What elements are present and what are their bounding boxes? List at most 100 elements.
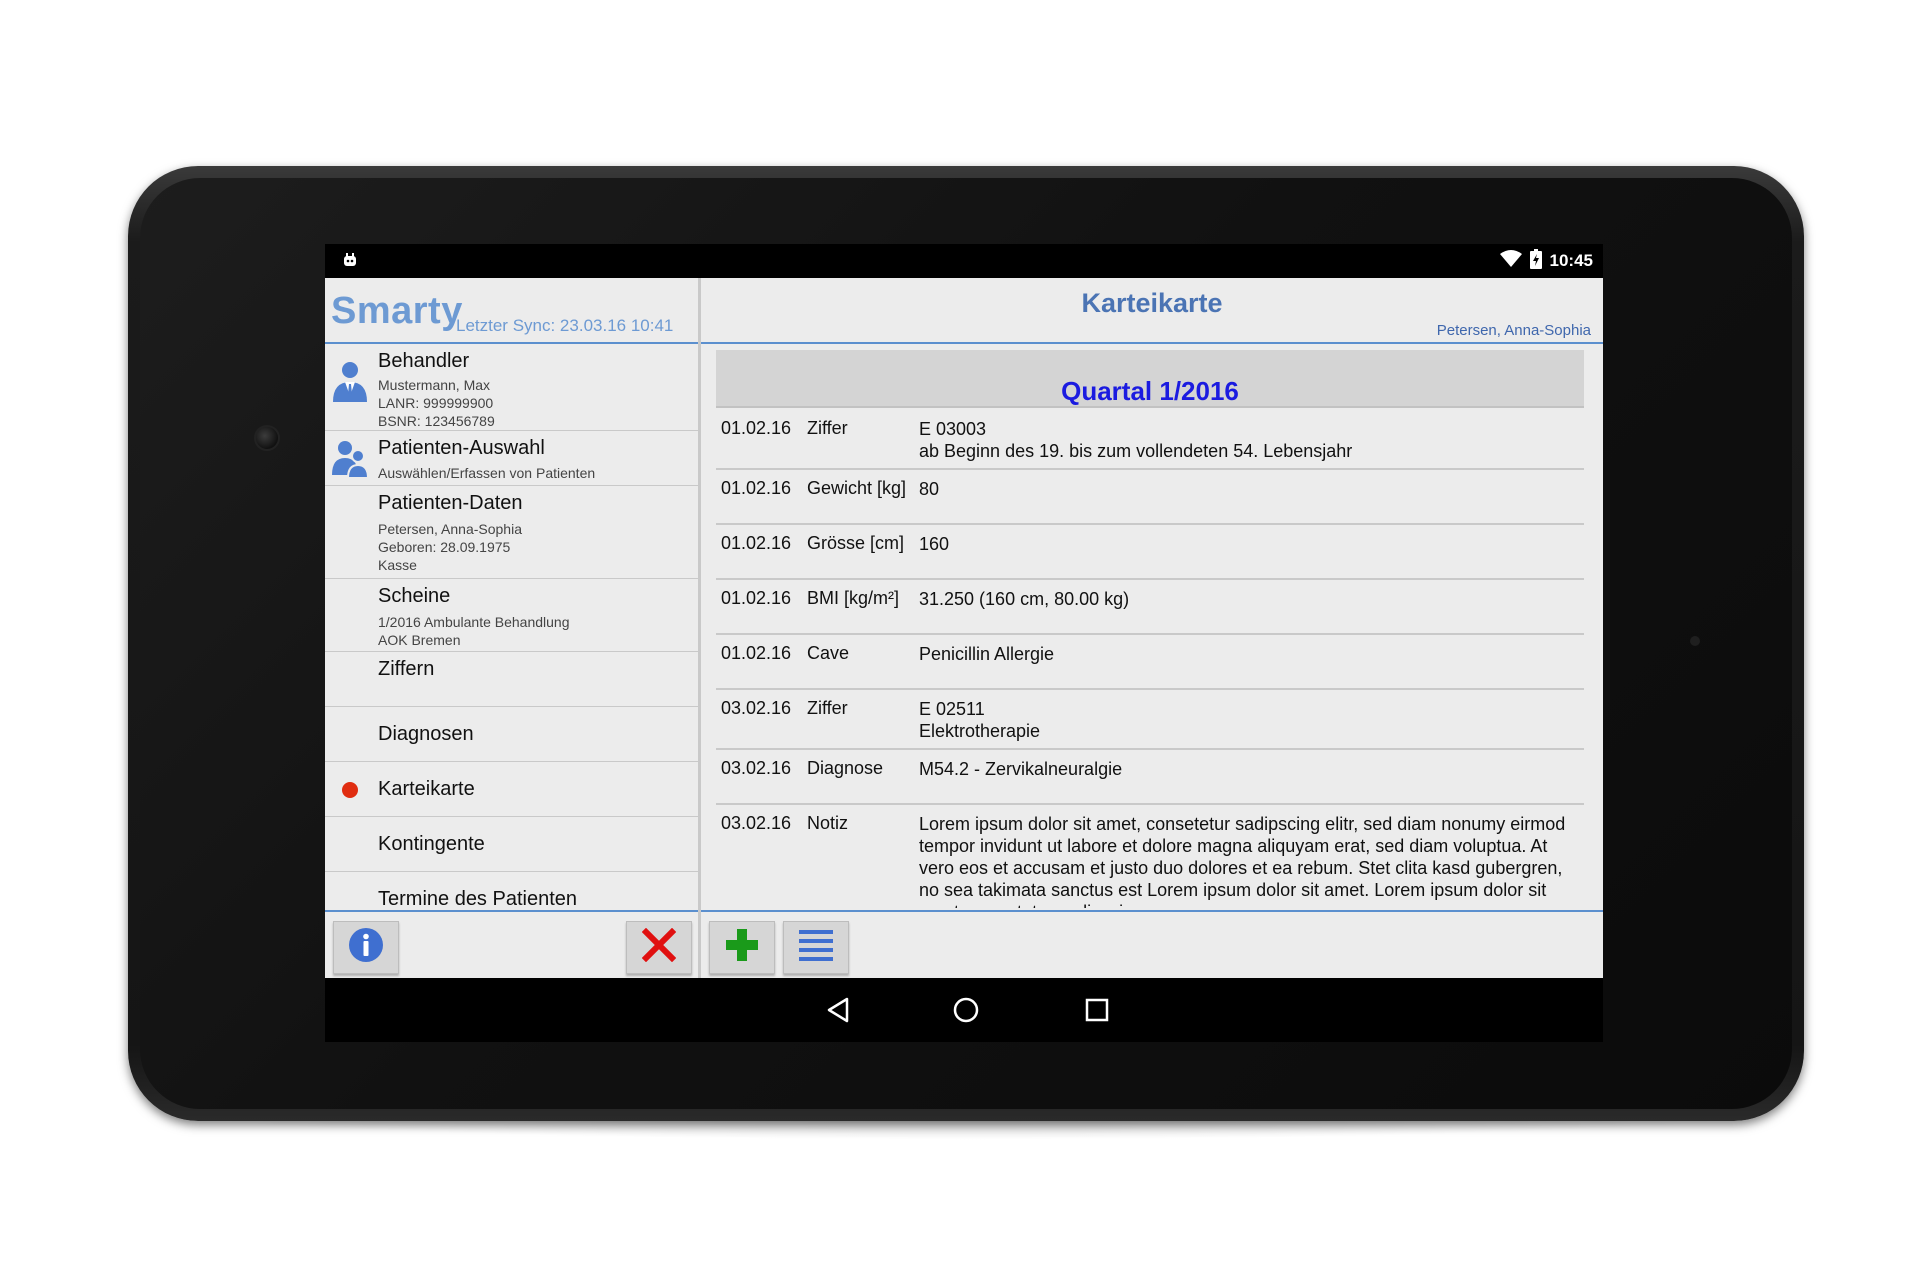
record-entry[interactable]: 01.02.16 Cave Penicillin Allergie — [716, 635, 1584, 690]
close-icon — [641, 927, 677, 967]
nav-item-ziffern[interactable]: Ziffern — [325, 652, 698, 707]
record-entry[interactable]: 01.02.16 Grösse [cm] 160 — [716, 525, 1584, 580]
quarter-title: Quartal 1/2016 — [1061, 376, 1239, 406]
entry-value: 160 — [919, 534, 950, 554]
active-indicator-dot — [342, 782, 358, 798]
entry-date: 01.02.16 — [721, 643, 792, 663]
record-entry[interactable]: 03.02.16 Diagnose M54.2 - Zervikalneural… — [716, 750, 1584, 805]
nav-item-patienten-auswahl[interactable]: Patienten-Auswahl Auswählen/Erfassen von… — [325, 431, 698, 486]
entry-value: E 02511 Elektrotherapie — [919, 698, 1574, 742]
nav-list: Behandler Mustermann, Max LANR: 99999990… — [325, 344, 698, 944]
wifi-icon — [1499, 249, 1522, 273]
entry-value: 80 — [919, 479, 940, 499]
navigation-panel: Smarty Letzter Sync: 23.03.16 10:41 Beha… — [325, 278, 701, 978]
nav-item-subtitle: Kasse — [378, 557, 417, 573]
nav-item-subtitle: 1/2016 Ambulante Behandlung — [378, 614, 570, 630]
entry-value: Penicillin Allergie — [919, 644, 1055, 664]
record-header: Karteikarte Petersen, Anna-Sophia — [701, 278, 1603, 344]
entry-type: Ziffer — [807, 698, 848, 718]
entry-type: Notiz — [807, 813, 849, 833]
entry-date: 03.02.16 — [721, 758, 792, 778]
quarter-header: Quartal 1/2016 — [716, 350, 1584, 408]
entry-type: Grösse [cm] — [807, 533, 905, 553]
nav-item-subtitle: AOK Bremen — [378, 632, 461, 648]
plus-icon — [724, 927, 760, 968]
record-entries-list[interactable]: 01.02.16 Ziffer E 03003 ab Beginn des 19… — [716, 410, 1584, 908]
record-entry[interactable]: 01.02.16 Ziffer E 03003 ab Beginn des 19… — [716, 410, 1584, 470]
back-icon[interactable] — [825, 996, 851, 1029]
entry-type: Cave — [807, 643, 850, 663]
entry-value: 31.250 (160 cm, 80.00 kg) — [919, 589, 1130, 609]
entry-date: 01.02.16 — [721, 418, 792, 438]
patient-name: Petersen, Anna-Sophia — [1436, 322, 1591, 339]
record-panel: Karteikarte Petersen, Anna-Sophia Quarta… — [701, 278, 1603, 978]
nav-item-title: Ziffern — [378, 658, 435, 680]
entry-type: Diagnose — [807, 758, 884, 778]
record-entry[interactable]: 01.02.16 BMI [kg/m²] 31.250 (160 cm, 80.… — [716, 580, 1584, 635]
entry-description: ab Beginn des 19. bis zum vollendeten 54… — [919, 441, 1353, 461]
home-icon[interactable] — [952, 996, 980, 1029]
entry-date: 01.02.16 — [721, 588, 792, 608]
nav-item-behandler[interactable]: Behandler Mustermann, Max LANR: 99999990… — [325, 344, 698, 431]
light-sensor — [1690, 636, 1700, 646]
entry-type: BMI [kg/m²] — [807, 588, 900, 608]
menu-button[interactable] — [783, 921, 849, 974]
app-title: Smarty — [331, 290, 463, 332]
battery-icon — [1529, 248, 1542, 274]
navigation-toolbar — [325, 910, 698, 980]
record-entry[interactable]: 01.02.16 Gewicht [kg] 80 — [716, 470, 1584, 525]
entry-date: 03.02.16 — [721, 813, 792, 833]
nav-item-kontingente[interactable]: Kontingente — [325, 817, 698, 872]
nav-item-subtitle: LANR: 999999900 — [378, 395, 494, 411]
nav-item-title: Patienten-Daten — [378, 492, 523, 514]
info-icon — [348, 927, 384, 968]
nav-item-subtitle: BSNR: 123456789 — [378, 413, 495, 429]
nav-item-scheine[interactable]: Scheine 1/2016 Ambulante Behandlung AOK … — [325, 579, 698, 652]
app-header: Smarty Letzter Sync: 23.03.16 10:41 — [325, 278, 698, 344]
nav-item-title: Karteikarte — [378, 778, 475, 800]
entry-date: 01.02.16 — [721, 478, 792, 498]
entry-code: E 03003 — [919, 419, 987, 439]
list-menu-icon — [797, 928, 835, 967]
entry-value: E 03003 ab Beginn des 19. bis zum vollen… — [919, 418, 1574, 462]
recents-icon[interactable] — [1084, 996, 1110, 1029]
system-navigation-bar — [325, 978, 1603, 1042]
front-camera — [254, 425, 280, 451]
nav-item-title: Behandler — [378, 350, 470, 372]
entry-code: E 02511 — [919, 699, 985, 719]
status-bar: 10:45 — [325, 244, 1603, 278]
nav-item-karteikarte[interactable]: Karteikarte — [325, 762, 698, 817]
entry-date: 01.02.16 — [721, 533, 792, 553]
nav-item-title: Termine des Patienten — [378, 888, 578, 910]
nav-item-title: Kontingente — [378, 833, 485, 855]
app-content: Smarty Letzter Sync: 23.03.16 10:41 Beha… — [325, 278, 1603, 978]
nav-item-subtitle: Mustermann, Max — [378, 377, 491, 393]
patients-icon — [331, 439, 370, 484]
screen: 10:45 Smarty Letzter Sync: 23.03.16 10:4… — [325, 244, 1603, 1042]
nav-item-subtitle: Geboren: 28.09.1975 — [378, 539, 511, 555]
android-notification-icon — [342, 252, 358, 273]
doctor-icon — [331, 360, 369, 409]
record-entry[interactable]: 03.02.16 Ziffer E 02511 Elektrotherapie — [716, 690, 1584, 750]
nav-item-diagnosen[interactable]: Diagnosen — [325, 707, 698, 762]
status-time: 10:45 — [1549, 251, 1593, 270]
nav-item-title: Patienten-Auswahl — [378, 437, 545, 459]
entry-value: M54.2 - Zervikalneuralgie — [919, 759, 1123, 779]
info-button[interactable] — [333, 921, 399, 974]
entry-date: 03.02.16 — [721, 698, 792, 718]
record-entry[interactable]: 03.02.16 Notiz Lorem ipsum dolor sit ame… — [716, 805, 1584, 908]
entry-type: Ziffer — [807, 418, 848, 438]
entry-description: Elektrotherapie — [919, 721, 1041, 741]
close-button[interactable] — [626, 921, 692, 974]
record-toolbar — [701, 910, 1603, 980]
page-title: Karteikarte — [1081, 288, 1223, 318]
entry-type: Gewicht [kg] — [807, 478, 907, 498]
entry-note-text: Lorem ipsum dolor sit amet, consetetur s… — [919, 814, 1566, 908]
nav-item-subtitle: Auswählen/Erfassen von Patienten — [378, 465, 596, 481]
nav-item-patienten-daten[interactable]: Patienten-Daten Petersen, Anna-Sophia Ge… — [325, 486, 698, 579]
nav-item-title: Scheine — [378, 585, 451, 607]
add-entry-button[interactable] — [709, 921, 775, 974]
sync-status: Letzter Sync: 23.03.16 10:41 — [456, 316, 674, 335]
nav-item-title: Diagnosen — [378, 723, 474, 745]
nav-item-subtitle: Petersen, Anna-Sophia — [378, 521, 522, 537]
